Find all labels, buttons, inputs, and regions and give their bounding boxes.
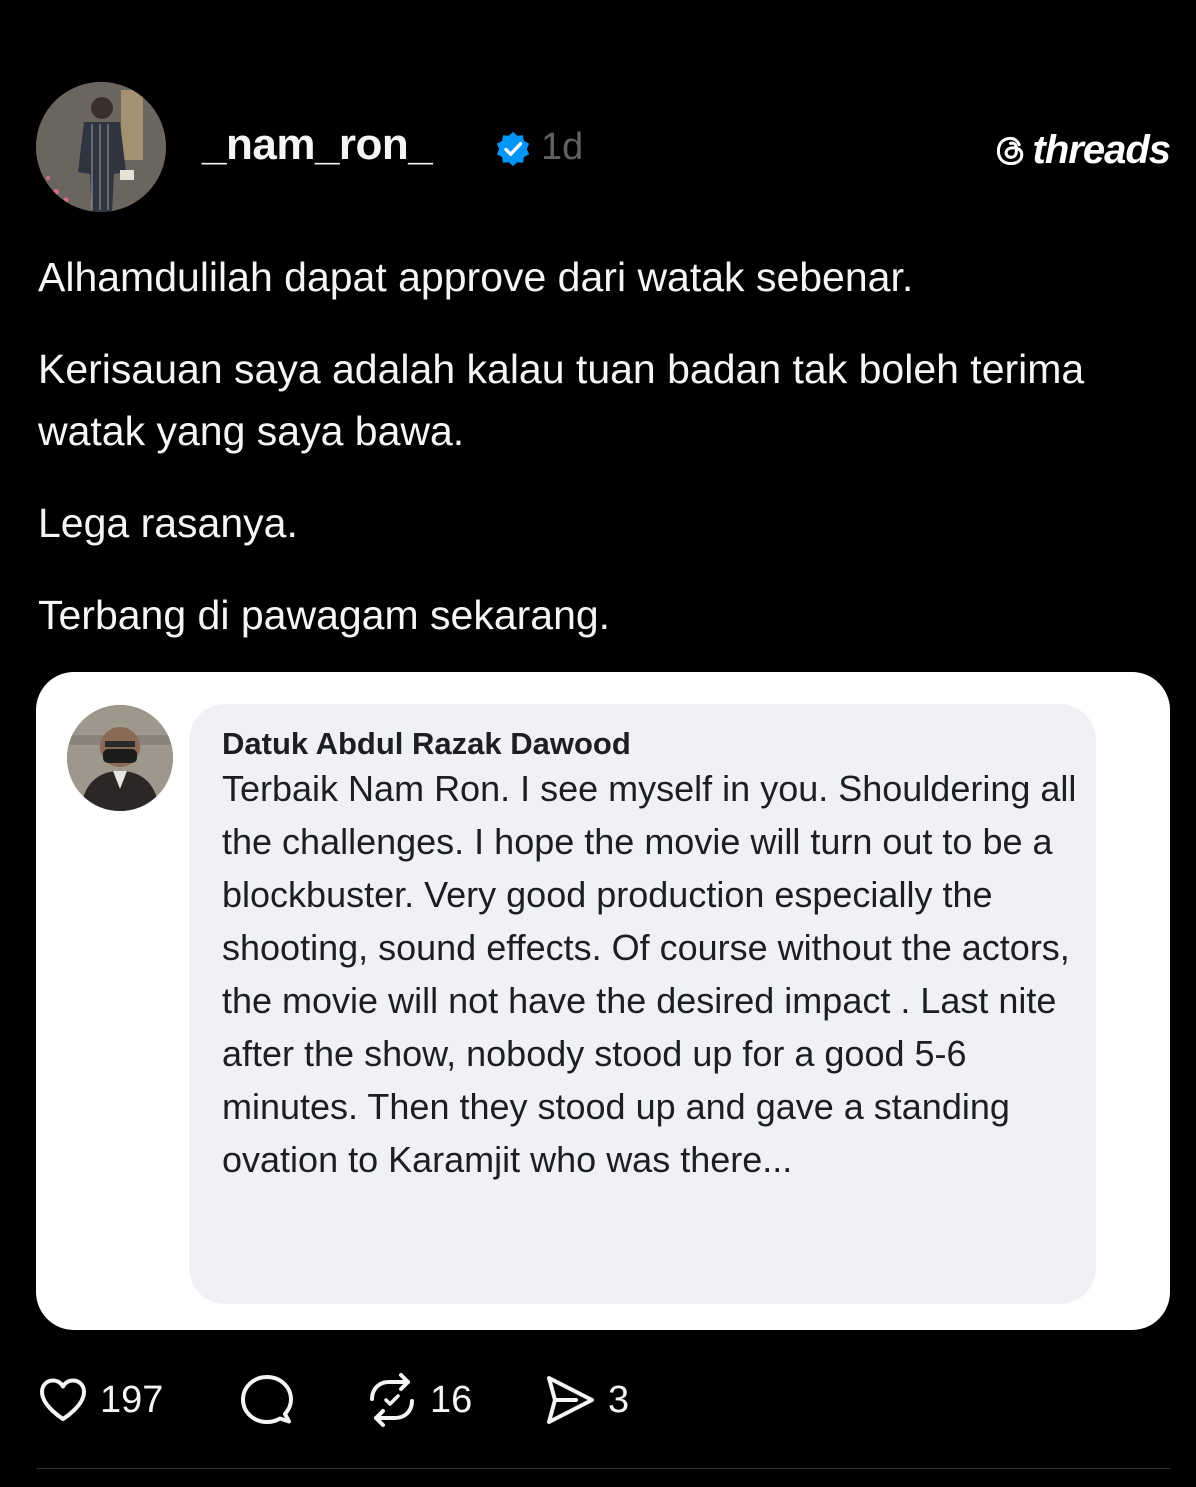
post-paragraph: Lega rasanya. xyxy=(38,500,298,546)
commenter-name: Datuk Abdul Razak Dawood xyxy=(222,726,631,761)
post-action-bar: 197 16 3 xyxy=(36,1370,736,1430)
attached-image-card[interactable]: Datuk Abdul Razak Dawood Terbaik Nam Ron… xyxy=(36,672,1170,1330)
repost-icon xyxy=(370,1373,414,1427)
threads-wordmark: threads xyxy=(1032,128,1171,172)
post-timestamp: 1d xyxy=(541,126,584,168)
comment-button[interactable] xyxy=(239,1370,305,1430)
verified-badge-icon xyxy=(496,131,530,167)
commenter-avatar xyxy=(67,705,173,811)
author-username[interactable]: _nam_ron_ xyxy=(202,120,433,170)
share-count: 3 xyxy=(608,1378,630,1421)
repost-button[interactable]: 16 xyxy=(364,1370,472,1430)
post-header: _nam_ron_ 1d threads xyxy=(36,82,1171,214)
post-paragraph: Terbang di pawagam sekarang. xyxy=(38,592,611,638)
commenter-avatar-image xyxy=(67,705,173,811)
comment-text: Terbaik Nam Ron. I see myself in you. Sh… xyxy=(222,768,1077,1180)
author-avatar[interactable] xyxy=(36,82,166,212)
author-avatar-image xyxy=(36,82,166,212)
threads-logo-icon xyxy=(996,136,1023,165)
like-count: 197 xyxy=(100,1378,164,1421)
comment-bubble: Datuk Abdul Razak Dawood Terbaik Nam Ron… xyxy=(189,704,1096,1304)
heart-icon xyxy=(40,1378,86,1421)
post-paragraph: Kerisauan saya adalah kalau tuan badan t… xyxy=(38,346,1085,454)
post-body: Alhamdulilah dapat approve dari watak se… xyxy=(38,246,1158,676)
comment-bubble-icon xyxy=(241,1375,293,1424)
post-divider xyxy=(36,1468,1170,1469)
repost-count: 16 xyxy=(430,1378,473,1421)
post-paragraph: Alhamdulilah dapat approve dari watak se… xyxy=(38,254,914,300)
like-button[interactable]: 197 xyxy=(36,1370,163,1430)
threads-brand: threads xyxy=(993,128,1171,173)
share-button[interactable]: 3 xyxy=(542,1370,629,1430)
send-icon xyxy=(547,1376,594,1424)
